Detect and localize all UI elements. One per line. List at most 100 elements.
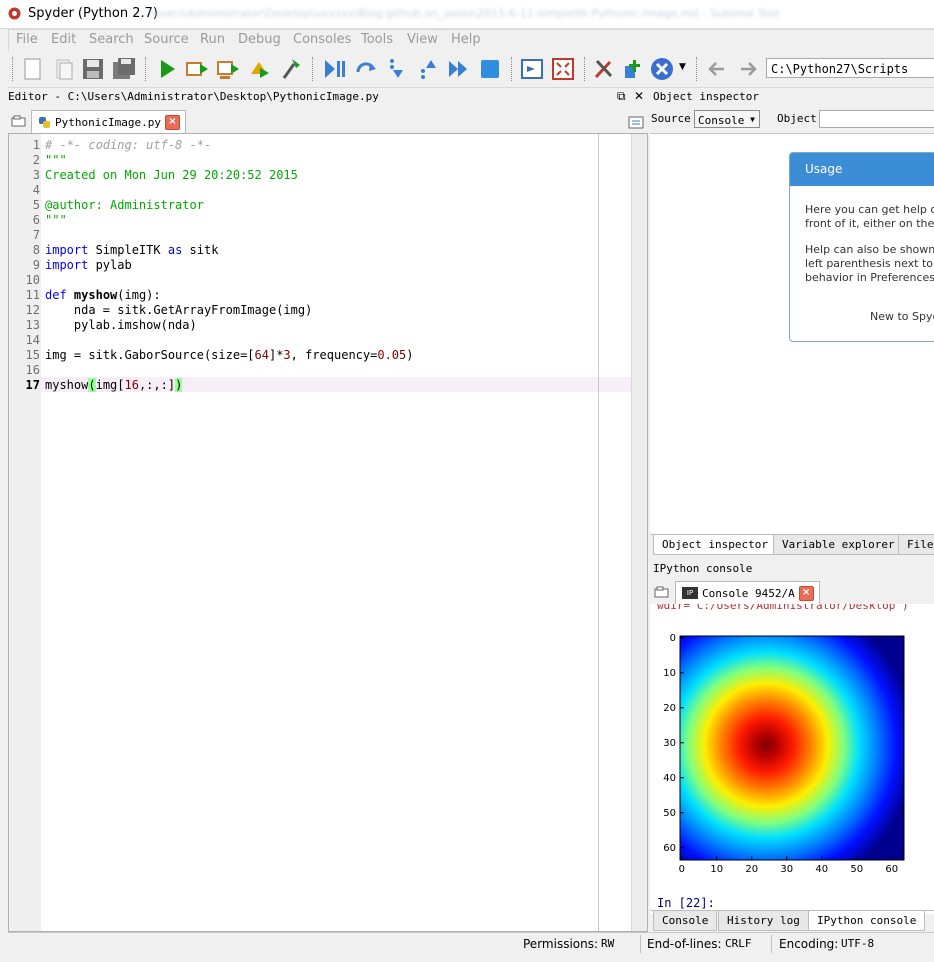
menu-source[interactable]: Source	[144, 32, 189, 47]
chevron-down-icon[interactable]: ▼	[679, 62, 686, 72]
pythonpath-icon[interactable]	[620, 56, 646, 82]
menu-tools[interactable]: Tools	[361, 32, 393, 47]
new-file-icon[interactable]	[20, 56, 46, 82]
encoding-label: Encoding:	[779, 937, 839, 951]
title-bar: Spyder (Python 2.7) \users\Administrator…	[0, 0, 934, 29]
tab-ipython-console[interactable]: IPython console	[808, 911, 926, 931]
encoding-value: UTF-8	[841, 937, 875, 950]
status-bar: Permissions: RW End-of-lines: CRLF Encod…	[8, 932, 934, 955]
menu-help[interactable]: Help	[451, 32, 481, 47]
menu-bar: File Edit Search Source Run Debug Consol…	[8, 29, 934, 52]
source-label: Source	[651, 112, 691, 125]
close-tab-icon[interactable]: ×	[164, 114, 180, 130]
code-line: 4	[32, 183, 40, 197]
menu-edit[interactable]: Edit	[51, 32, 76, 47]
usage-tutorial-link[interactable]: New to Spyd	[870, 310, 934, 324]
tab-file-explorer[interactable]: File	[898, 535, 934, 555]
source-combo-value: Console	[698, 114, 745, 127]
menu-consoles[interactable]: Consoles	[293, 32, 351, 47]
code-line: 5 @author: Administrator	[32, 198, 204, 212]
spyder-icon	[8, 7, 21, 20]
toolbar-grip	[696, 57, 700, 81]
menu-file[interactable]: File	[16, 32, 38, 47]
debug-icon[interactable]	[322, 56, 348, 82]
step-icon[interactable]	[353, 56, 379, 82]
continue-icon[interactable]	[446, 56, 472, 82]
source-combo[interactable]: Console ▼	[694, 110, 760, 128]
x-tick-label: 20	[745, 864, 758, 875]
x-tick-label: 60	[885, 864, 898, 875]
permissions-label: Permissions:	[523, 937, 599, 951]
run-selection-icon[interactable]	[247, 56, 273, 82]
menu-run[interactable]: Run	[200, 32, 225, 47]
object-inspector-tabs: Object inspector Variable explorer File	[650, 534, 934, 555]
code-line: 10	[25, 273, 40, 287]
usage-text: behavior in Preferences >	[805, 271, 934, 284]
plot-image	[679, 635, 905, 861]
open-file-icon[interactable]	[51, 56, 77, 82]
tab-variable-explorer[interactable]: Variable explorer	[773, 535, 904, 555]
y-tick-label: 30	[663, 738, 676, 749]
vertical-scrollbar[interactable]	[631, 134, 647, 931]
undock-icon[interactable]: ⧉	[617, 89, 626, 104]
code-line: 8 import SimpleITK as sitk	[32, 243, 219, 257]
back-icon[interactable]	[704, 56, 730, 82]
code-line: 11 def myshow(img):	[25, 288, 161, 302]
edge-line	[598, 134, 599, 931]
run-cell-icon[interactable]	[185, 56, 211, 82]
options-icon[interactable]	[628, 115, 644, 129]
y-tick-label: 10	[663, 668, 676, 679]
menu-debug[interactable]: Debug	[238, 32, 281, 47]
fullscreen-icon[interactable]	[550, 56, 576, 82]
toolbar-grip	[584, 57, 588, 81]
eol-label: End-of-lines:	[647, 937, 722, 951]
step-return-icon[interactable]	[415, 56, 441, 82]
stop-icon[interactable]	[477, 56, 503, 82]
close-pane-icon[interactable]: ✕	[634, 89, 644, 103]
code-line: 6 """	[32, 213, 67, 227]
tab-console-plain[interactable]: Console	[653, 911, 718, 931]
permissions-value: RW	[601, 937, 615, 950]
forward-icon[interactable]	[735, 56, 761, 82]
save-icon[interactable]	[80, 56, 106, 82]
status-separator	[771, 935, 772, 953]
browse-tabs-icon[interactable]	[11, 115, 27, 127]
code-line-current: 17 myshow(img[16,:,:])	[25, 378, 183, 392]
x-tick-label: 0	[679, 864, 685, 875]
tab-object-inspector[interactable]: Object inspector	[653, 535, 777, 555]
code-line: 9 import pylab	[32, 258, 132, 272]
menu-search[interactable]: Search	[89, 32, 134, 47]
configure-run-icon[interactable]	[278, 56, 304, 82]
object-inspector-body: Usage Here you can get help o front of i…	[650, 133, 934, 534]
status-separator	[640, 935, 641, 953]
maximize-pane-icon[interactable]	[519, 56, 545, 82]
y-tick-label: 60	[663, 843, 676, 854]
python-icon[interactable]	[649, 56, 675, 82]
object-inspector-toolbar: Source Console ▼ Object	[650, 108, 934, 132]
preferences-icon[interactable]	[591, 56, 617, 82]
browse-tabs-icon[interactable]	[654, 586, 670, 598]
y-tick-label: 40	[663, 773, 676, 784]
run-icon[interactable]	[154, 56, 180, 82]
object-input[interactable]	[819, 110, 934, 128]
usage-title: Usage	[790, 153, 934, 186]
object-inspector-pane: Object inspector Source Console ▼ Object…	[650, 88, 934, 558]
save-all-icon[interactable]	[111, 56, 137, 82]
tab-label: PythonicImage.py	[55, 115, 161, 129]
code-line: 3 Created on Mon Jun 29 20:20:52 2015	[32, 168, 298, 182]
x-tick-label: 50	[850, 864, 863, 875]
console-output[interactable]: wdir='C:/Users/Administrator/Desktop') 0…	[650, 604, 934, 914]
tab-console[interactable]: IP Console 9452/A ×	[675, 581, 820, 604]
object-inspector-title: Object inspector	[653, 90, 759, 103]
window-title: Spyder (Python 2.7)	[28, 6, 158, 21]
tab-history-log[interactable]: History log	[718, 911, 809, 931]
menu-view[interactable]: View	[407, 32, 438, 47]
code-line: 12 nda = sitk.GetArrayFromImage(img)	[25, 303, 313, 317]
run-cell-advance-icon[interactable]	[216, 56, 242, 82]
tab-pythonicimage[interactable]: PythonicImage.py ×	[31, 110, 186, 133]
working-directory-field[interactable]: C:\Python27\Scripts	[766, 58, 934, 78]
code-line: 1 # -*- coding: utf-8 -*-	[32, 138, 212, 152]
close-tab-icon[interactable]: ×	[798, 585, 814, 601]
code-editor[interactable]: 1 # -*- coding: utf-8 -*- 2 """ 3 Created o…	[8, 133, 648, 932]
step-into-icon[interactable]	[384, 56, 410, 82]
